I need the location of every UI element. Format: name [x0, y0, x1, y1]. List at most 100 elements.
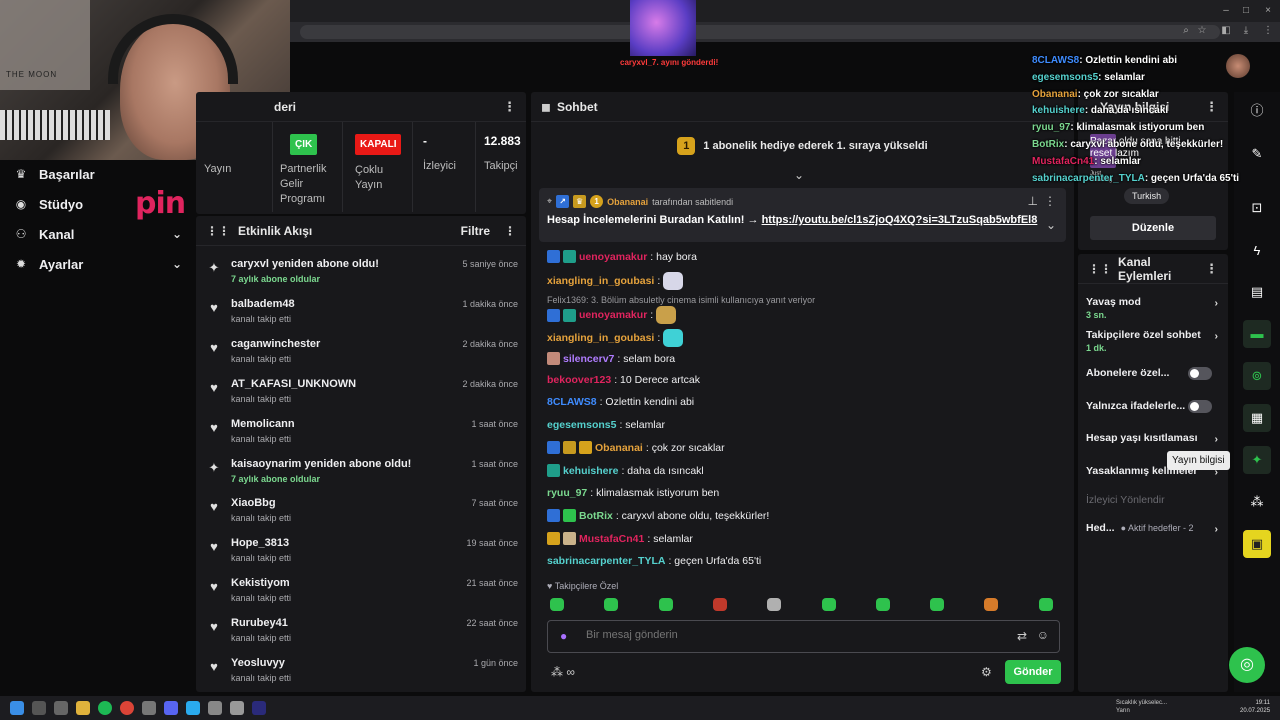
chat-username[interactable]: xiangling_in_goubasi — [547, 332, 654, 344]
telegram-icon[interactable] — [186, 701, 200, 715]
activity-item[interactable]: ♥ Rurubey41 kanalı takip etti 22 saat önce — [196, 615, 526, 653]
chat-username[interactable]: 8CLAWS8 — [547, 396, 597, 408]
emote-picker-icon[interactable] — [821, 598, 836, 611]
kebab-icon[interactable]: ⋮ — [504, 224, 516, 238]
chat-input-box[interactable]: ● ⇄ ☺ — [547, 620, 1060, 653]
emoji-icon[interactable]: ☺ — [1037, 628, 1049, 642]
layout-icon[interactable]: ▦ — [1243, 404, 1271, 432]
chat-settings-icon[interactable]: ⚙ — [981, 665, 992, 679]
emote-picker-icon[interactable] — [604, 598, 619, 611]
translate-icon[interactable]: ⇄ — [1017, 629, 1027, 643]
emote-picker-icon[interactable] — [550, 598, 564, 611]
discord-icon[interactable] — [164, 701, 178, 715]
drag-handle-icon[interactable]: ⋮⋮ — [206, 224, 230, 238]
filter-button[interactable]: Filtre — [461, 224, 490, 238]
activity-item[interactable]: ✦ caryxvl yeniden abone oldu! 7 aylık abon… — [196, 256, 526, 294]
app-icon[interactable] — [230, 701, 244, 715]
chevron-right-icon[interactable]: › — [1215, 330, 1219, 342]
expand-icon[interactable]: ⌄ — [794, 168, 804, 182]
chat-username[interactable]: Obananai — [595, 442, 643, 454]
zoom-icon[interactable]: ⌕ — [1180, 25, 1192, 37]
chat-username[interactable]: uenoyamakur — [579, 251, 647, 263]
emote-picker-icon[interactable] — [930, 598, 945, 611]
chat-username[interactable]: egesemsons5 — [547, 419, 616, 431]
start-icon[interactable] — [10, 701, 24, 715]
minimize-icon[interactable]: – — [1220, 5, 1232, 17]
send-button[interactable]: Gönder — [1005, 660, 1061, 684]
channel-action-row[interactable]: Hesap yaşı kısıtlaması › — [1086, 432, 1220, 445]
toggle-switch[interactable] — [1188, 367, 1212, 380]
clapper-icon[interactable]: ▣ — [1243, 530, 1271, 558]
chat-username[interactable]: silencerv7 — [563, 353, 614, 365]
app-icon[interactable] — [208, 701, 222, 715]
pinned-user[interactable]: Obananai — [607, 197, 648, 207]
activity-item[interactable]: ♥ XiaoBbg kanalı takip etti 7 saat önce — [196, 495, 526, 533]
chat-username[interactable]: xiangling_in_goubasi — [547, 275, 654, 287]
kebab-icon[interactable]: ⋮ — [1044, 194, 1056, 208]
weather-widget[interactable]: Sıcaklık yükselec... Yarın — [1116, 699, 1176, 715]
avatar[interactable] — [1226, 54, 1250, 78]
pinned-link[interactable]: https://youtu.be/cl1sZjoQ4XQ?si=3LTzuSqa… — [762, 214, 1038, 226]
activity-item[interactable]: ♥ Yeosluvyy kanalı takip etti 1 gün önce — [196, 655, 526, 693]
wrench-icon[interactable]: ✦ — [1243, 446, 1271, 474]
download-icon[interactable]: ⤓ — [1240, 25, 1252, 37]
close-icon[interactable]: × — [1262, 5, 1274, 17]
chat-username[interactable]: MustafaCn41 — [579, 533, 644, 545]
broadcast-icon[interactable]: ⊚ — [1243, 362, 1271, 390]
nav-item-0[interactable]: ♛ Başarılar — [14, 163, 182, 185]
activity-item[interactable]: ♥ Hope_3813 kanalı takip etti 19 saat önce — [196, 535, 526, 573]
address-bar[interactable] — [300, 25, 1220, 39]
channel-action-row[interactable]: Abonelere özel... — [1086, 367, 1220, 380]
taskview-icon[interactable] — [54, 701, 68, 715]
channel-action-row[interactable]: Hed... ● Aktif hedefler - 2 › — [1086, 522, 1220, 535]
document-icon[interactable]: ▤ — [1243, 278, 1271, 306]
emote-picker-icon[interactable] — [767, 598, 782, 611]
drag-handle-icon[interactable]: ⋮⋮ — [1088, 262, 1112, 276]
chat-username[interactable]: uenoyamakur — [579, 309, 647, 321]
microphone-icon[interactable]: ● — [560, 629, 567, 643]
app-icon[interactable] — [142, 701, 156, 715]
activity-item[interactable]: ♥ Kekistiyom kanalı takip etti 21 saat önce — [196, 575, 526, 613]
activity-item[interactable]: ♥ Memolicann kanalı takip etti 1 saat önce — [196, 416, 526, 454]
star-icon[interactable]: ☆ — [1196, 25, 1208, 37]
nav-item-2[interactable]: ⚇ Kanal ⌄ — [14, 223, 182, 245]
chevron-down-icon[interactable]: ⌄ — [1046, 218, 1056, 232]
search-icon[interactable] — [32, 701, 46, 715]
extensions-icon[interactable]: ◧ — [1220, 25, 1232, 37]
emote-picker-icon[interactable] — [875, 598, 890, 611]
emote-picker-icon[interactable] — [1038, 598, 1053, 611]
channel-action-row[interactable]: Takipçilere özel sohbet 1 dk. › — [1086, 329, 1220, 353]
emote-picker-icon[interactable] — [984, 598, 999, 611]
activity-item[interactable]: ♥ balbadem48 kanalı takip etti 1 dakika önc… — [196, 296, 526, 334]
nav-item-3[interactable]: ✹ Ayarlar ⌄ — [14, 253, 182, 275]
unpin-icon[interactable]: ⊥ — [1028, 194, 1038, 208]
channel-action-row[interactable]: Yavaş mod 3 sn. › — [1086, 296, 1220, 320]
menu-icon[interactable]: ⋮ — [1262, 25, 1274, 37]
chat-username[interactable]: sabrinacarpenter_TYLA — [547, 555, 665, 567]
channel-action-row[interactable]: Yalnızca ifadelerle... — [1086, 400, 1220, 413]
chevron-right-icon[interactable]: › — [1215, 297, 1219, 309]
kebab-icon[interactable]: ⋮ — [1205, 261, 1218, 277]
premiere-icon[interactable] — [252, 701, 266, 715]
spotify-icon[interactable] — [98, 701, 112, 715]
maximize-icon[interactable]: □ — [1240, 5, 1252, 17]
emote-picker-icon[interactable] — [712, 598, 727, 611]
language-tag[interactable]: Turkish — [1124, 188, 1170, 204]
explorer-icon[interactable] — [76, 701, 90, 715]
lightning-icon[interactable]: ϟ — [1243, 237, 1271, 265]
chat-username[interactable]: bekoover123 — [547, 374, 611, 386]
chevron-right-icon[interactable]: › — [1215, 523, 1219, 535]
clock[interactable]: 19:11 20.07.2025 — [1240, 699, 1270, 715]
chevron-down-icon[interactable]: ⌄ — [172, 257, 182, 271]
activity-item[interactable]: ♥ AT_KAFASI_UNKNOWN kanalı takip etti 2 dak… — [196, 376, 526, 414]
chat-username[interactable]: BotRix — [579, 510, 613, 522]
edit-button[interactable]: Düzenle — [1090, 216, 1216, 240]
share-icon[interactable]: ⁂ — [1243, 488, 1271, 516]
capture-icon[interactable]: ⊡ — [1243, 194, 1271, 222]
chat-username[interactable]: ryuu_97 — [547, 487, 587, 499]
chrome-icon[interactable] — [120, 701, 134, 715]
activity-item[interactable]: ✦ kaisaoynarim yeniden abone oldu! 7 aylık… — [196, 456, 526, 494]
chevron-right-icon[interactable]: › — [1215, 433, 1219, 445]
chat-icon[interactable]: ▬ — [1243, 320, 1271, 348]
points-icon[interactable]: ⁂ ∞ — [551, 665, 575, 679]
